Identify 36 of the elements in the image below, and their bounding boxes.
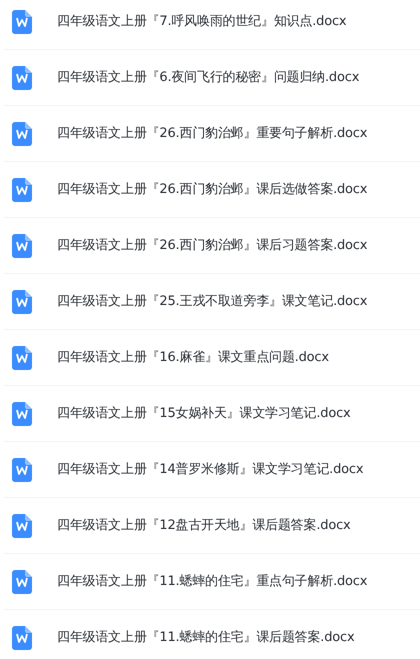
file-row[interactable]: 四年级语文上册『26.西门豹治邺』课后选做答案.docx xyxy=(4,162,420,218)
document-icon xyxy=(12,626,32,650)
document-icon xyxy=(12,122,32,146)
document-icon xyxy=(12,458,32,482)
document-icon xyxy=(12,10,32,34)
file-row[interactable]: 四年级语文上册『26.西门豹治邺』重要句子解析.docx xyxy=(4,106,420,162)
document-icon xyxy=(12,514,32,538)
document-icon xyxy=(12,402,32,426)
file-row[interactable]: 四年级语文上册『11.蟋蟀的住宅』重点句子解析.docx xyxy=(4,554,420,610)
file-name: 四年级语文上册『11.蟋蟀的住宅』重点句子解析.docx xyxy=(57,572,368,591)
file-row[interactable]: 四年级语文上册『14普罗米修斯』课文学习笔记.docx xyxy=(4,442,420,498)
file-name: 四年级语文上册『6.夜间飞行的秘密』问题归纳.docx xyxy=(57,68,360,87)
file-name: 四年级语文上册『16.麻雀』课文重点问题.docx xyxy=(57,348,329,367)
file-row[interactable]: 四年级语文上册『12盘古开天地』课后题答案.docx xyxy=(4,498,420,554)
file-row[interactable]: 四年级语文上册『16.麻雀』课文重点问题.docx xyxy=(4,330,420,386)
file-row[interactable]: 四年级语文上册『25.王戎不取道旁李』课文笔记.docx xyxy=(4,274,420,330)
document-icon xyxy=(12,570,32,594)
document-icon xyxy=(12,178,32,202)
file-row[interactable]: 四年级语文上册『11.蟋蟀的住宅』课后题答案.docx xyxy=(4,610,420,659)
file-row[interactable]: 四年级语文上册『7.呼风唤雨的世纪』知识点.docx xyxy=(4,0,420,50)
document-icon xyxy=(12,346,32,370)
file-name: 四年级语文上册『7.呼风唤雨的世纪』知识点.docx xyxy=(57,12,346,31)
file-name: 四年级语文上册『26.西门豹治邺』课后选做答案.docx xyxy=(57,180,368,199)
file-row[interactable]: 四年级语文上册『6.夜间飞行的秘密』问题归纳.docx xyxy=(4,50,420,106)
file-name: 四年级语文上册『11.蟋蟀的住宅』课后题答案.docx xyxy=(57,628,354,647)
document-icon xyxy=(12,66,32,90)
file-name: 四年级语文上册『25.王戎不取道旁李』课文笔记.docx xyxy=(57,292,368,311)
file-name: 四年级语文上册『12盘古开天地』课后题答案.docx xyxy=(57,516,351,535)
document-icon xyxy=(12,234,32,258)
file-row[interactable]: 四年级语文上册『15女娲补天』课文学习笔记.docx xyxy=(4,386,420,442)
file-row[interactable]: 四年级语文上册『26.西门豹治邺』课后习题答案.docx xyxy=(4,218,420,274)
file-name: 四年级语文上册『26.西门豹治邺』课后习题答案.docx xyxy=(57,236,368,255)
file-name: 四年级语文上册『14普罗米修斯』课文学习笔记.docx xyxy=(57,460,364,479)
file-name: 四年级语文上册『26.西门豹治邺』重要句子解析.docx xyxy=(57,124,368,143)
file-name: 四年级语文上册『15女娲补天』课文学习笔记.docx xyxy=(57,404,351,423)
document-icon xyxy=(12,290,32,314)
